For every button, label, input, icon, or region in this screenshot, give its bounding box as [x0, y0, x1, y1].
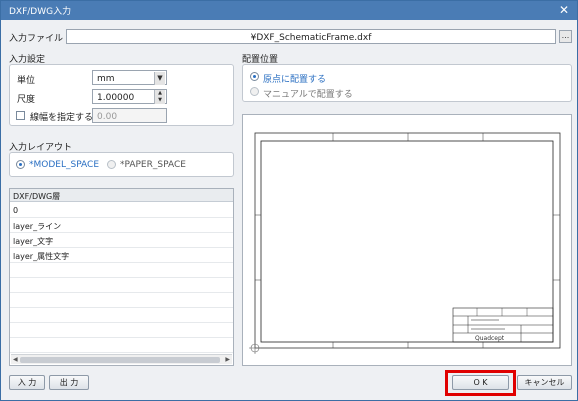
browse-button[interactable]: ... — [559, 30, 572, 43]
layer-name: layer_属性文字 — [13, 252, 70, 261]
title-bar[interactable]: DXF/DWG入力 ✕ — [1, 1, 577, 20]
model-space-radio[interactable] — [16, 160, 25, 169]
scale-label: 尺度 — [17, 95, 36, 105]
table-row — [10, 263, 233, 278]
table-row[interactable]: layer_文字 — [10, 233, 233, 248]
model-space-label[interactable]: *MODEL_SPACE — [29, 160, 99, 170]
preview-brand-text: Quadcept — [475, 335, 505, 342]
scroll-left-icon[interactable]: ◀ — [13, 355, 18, 365]
unit-select[interactable]: mm ▼ — [92, 70, 167, 85]
layer-list-header: DXF/DWG層 — [10, 189, 233, 202]
drawing-preview: Quadcept — [242, 114, 572, 366]
table-row — [10, 338, 233, 353]
place-origin-label[interactable]: 原点に配置する — [263, 72, 326, 85]
ok-highlight-box — [445, 370, 516, 396]
horizontal-scrollbar[interactable]: ◀ ▶ — [11, 354, 232, 364]
layer-list[interactable]: DXF/DWG層 0 layer_ライン layer_文字 layer_属性文字… — [9, 188, 234, 366]
table-row[interactable]: layer_ライン — [10, 218, 233, 233]
close-icon[interactable]: ✕ — [559, 2, 569, 18]
layer-name: layer_文字 — [13, 237, 54, 246]
scale-value: 1.00000 — [97, 93, 135, 103]
line-width-input[interactable]: 0.00 — [92, 108, 167, 123]
window-title: DXF/DWG入力 — [9, 7, 72, 17]
layer-name: layer_ライン — [13, 222, 62, 231]
table-row[interactable]: layer_属性文字 — [10, 248, 233, 263]
layer-header-label: DXF/DWG層 — [13, 192, 61, 201]
scrollbar-thumb[interactable] — [20, 357, 220, 363]
input-file-path: ¥DXF_SchematicFrame.dxf — [250, 33, 372, 43]
schematic-frame-drawing: Quadcept — [249, 132, 561, 354]
table-row[interactable]: 0 — [10, 203, 233, 218]
layer-name: 0 — [13, 206, 19, 215]
cancel-button[interactable]: キャンセル — [517, 375, 572, 390]
table-row — [10, 323, 233, 338]
scale-input[interactable]: 1.00000 ▲ ▼ — [92, 89, 167, 104]
table-row — [10, 308, 233, 323]
input-file-path-field[interactable]: ¥DXF_SchematicFrame.dxf — [66, 29, 556, 44]
input-button[interactable]: 入 力 — [9, 375, 45, 390]
table-row — [10, 278, 233, 293]
place-manual-label[interactable]: マニュアルで配置する — [263, 87, 353, 100]
line-width-checkbox[interactable] — [16, 111, 25, 120]
unit-label: 単位 — [17, 76, 36, 86]
output-button[interactable]: 出 力 — [49, 375, 89, 390]
scroll-right-icon[interactable]: ▶ — [225, 355, 230, 365]
line-width-label: 線幅を指定する — [30, 113, 94, 123]
place-origin-radio[interactable] — [250, 72, 259, 81]
paper-space-label[interactable]: *PAPER_SPACE — [120, 160, 186, 170]
spin-down-icon[interactable]: ▼ — [154, 97, 165, 104]
chevron-down-icon[interactable]: ▼ — [154, 72, 165, 85]
unit-value: mm — [97, 74, 115, 84]
paper-space-radio[interactable] — [107, 160, 116, 169]
spin-up-icon[interactable]: ▲ — [154, 90, 165, 97]
dxf-dwg-input-dialog: DXF/DWG入力 ✕ 入力ファイル ¥DXF_SchematicFrame.d… — [0, 0, 578, 401]
table-row — [10, 293, 233, 308]
line-width-value: 0.00 — [97, 112, 118, 122]
place-manual-radio[interactable] — [250, 87, 259, 96]
input-file-label: 入力ファイル — [9, 34, 64, 44]
